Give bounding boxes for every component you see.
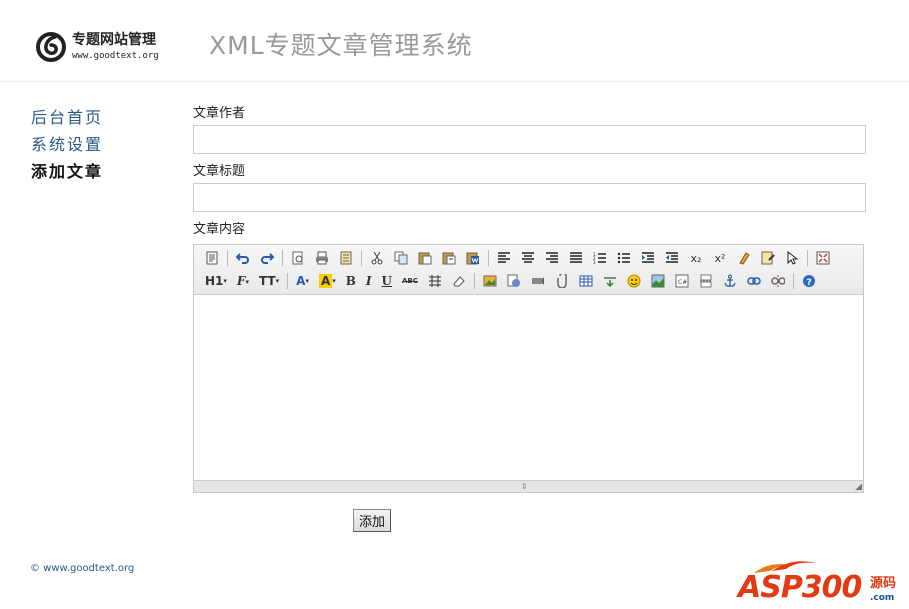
page-title: XML专题文章管理系统	[209, 31, 473, 60]
toolbar-separator	[473, 273, 475, 289]
link-icon[interactable]	[744, 271, 764, 291]
content-label: 文章内容	[193, 222, 246, 237]
superscript-icon[interactable]: x²	[710, 248, 730, 268]
brand-name: ASP300	[738, 570, 862, 605]
align-center-icon[interactable]	[518, 248, 538, 268]
brand-logo: ASP300 源码 .com	[738, 557, 903, 605]
sidebar-item-add-article[interactable]: 添加文章	[31, 158, 161, 185]
align-left-icon[interactable]	[494, 248, 514, 268]
paste-plain-icon[interactable]	[439, 248, 459, 268]
italic-icon[interactable]: I	[363, 271, 375, 291]
table-icon[interactable]	[576, 271, 596, 291]
font-color-icon[interactable]: A ▾	[293, 271, 312, 291]
editor-toolbar: 123 x₂ x² H1 ▾ F ▾ TT ▾ A ▾ A ▾ B I U AB…	[194, 245, 863, 295]
brand-com: .com	[870, 593, 895, 603]
preview-icon[interactable]	[288, 248, 308, 268]
toolbar-separator	[227, 250, 228, 266]
sidebar: 后台首页 系统设置 添加文章	[31, 104, 161, 185]
copy-icon[interactable]	[391, 248, 411, 268]
page-break-icon[interactable]	[696, 271, 716, 291]
font-size-icon[interactable]: TT ▾	[256, 271, 282, 291]
sidebar-item-settings[interactable]: 系统设置	[31, 131, 161, 158]
remove-format-icon[interactable]	[449, 271, 469, 291]
code-icon[interactable]: C#	[672, 271, 692, 291]
line-height-icon[interactable]	[425, 271, 445, 291]
fullscreen-icon[interactable]	[813, 248, 833, 268]
emoticon-icon[interactable]	[624, 271, 644, 291]
add-button[interactable]: 添加	[353, 509, 392, 532]
toolbar-separator	[361, 250, 362, 266]
highlight-color-icon[interactable]: A ▾	[316, 271, 339, 291]
toolbar-separator	[488, 250, 489, 266]
ordered-list-icon[interactable]: 123	[590, 248, 610, 268]
toolbar-separator	[287, 273, 289, 289]
map-icon[interactable]	[648, 271, 668, 291]
sidebar-item-home[interactable]: 后台首页	[31, 104, 161, 131]
align-justify-icon[interactable]	[566, 248, 586, 268]
undo-icon[interactable]	[233, 248, 253, 268]
align-right-icon[interactable]	[542, 248, 562, 268]
toolbar-separator	[807, 250, 808, 266]
logo-icon	[36, 32, 66, 62]
toolbar-separator	[282, 250, 283, 266]
unordered-list-icon[interactable]	[614, 248, 634, 268]
author-label: 文章作者	[193, 106, 246, 121]
unlink-icon[interactable]	[768, 271, 788, 291]
svg-text:3: 3	[593, 260, 596, 265]
corner-resize-icon[interactable]: ◢	[855, 482, 862, 492]
print-icon[interactable]	[312, 248, 332, 268]
title-label: 文章标题	[193, 164, 246, 179]
footer-copyright: © www.goodtext.org	[30, 563, 135, 574]
bold-icon[interactable]: B	[343, 271, 359, 291]
header: 专题网站管理 www.goodtext.org XML专题文章管理系统	[0, 0, 909, 82]
title-field[interactable]	[193, 183, 866, 212]
anchor-icon[interactable]	[720, 271, 740, 291]
strikethrough-icon[interactable]: ABC	[399, 271, 421, 291]
paste-word-icon[interactable]	[463, 248, 483, 268]
author-field[interactable]	[193, 125, 866, 154]
editor-resize-bar[interactable]: ⇕ ◢	[194, 480, 863, 492]
logo-url: www.goodtext.org	[72, 51, 159, 61]
outdent-icon[interactable]	[662, 248, 682, 268]
media-icon[interactable]	[552, 271, 572, 291]
article-form: 文章作者 文章标题 文章内容	[193, 105, 866, 239]
toolbar-row-2: H1 ▾ F ▾ TT ▾ A ▾ A ▾ B I U ABC C# ?	[202, 270, 823, 292]
heading-icon[interactable]: H1 ▾	[202, 271, 230, 291]
toolbar-separator	[792, 273, 794, 289]
help-icon[interactable]: ?	[799, 271, 819, 291]
clear-format-icon[interactable]	[734, 248, 754, 268]
logo-title: 专题网站管理	[72, 32, 156, 48]
resize-grip-icon[interactable]: ⇕	[521, 482, 528, 491]
rich-text-editor: 123 x₂ x² H1 ▾ F ▾ TT ▾ A ▾ A ▾ B I U AB…	[193, 244, 864, 493]
horizontal-rule-icon[interactable]	[600, 271, 620, 291]
template-icon[interactable]	[336, 248, 356, 268]
image-icon[interactable]	[480, 271, 500, 291]
source-icon[interactable]	[202, 248, 222, 268]
subscript-icon[interactable]: x₂	[686, 248, 706, 268]
toolbar-row-1: 123 x₂ x²	[202, 247, 837, 269]
font-family-icon[interactable]: F ▾	[234, 271, 252, 291]
pointer-icon[interactable]	[782, 248, 802, 268]
select-all-icon[interactable]	[758, 248, 778, 268]
flash-icon[interactable]	[528, 271, 548, 291]
paste-icon[interactable]	[415, 248, 435, 268]
multi-image-icon[interactable]	[504, 271, 524, 291]
svg-text:C#: C#	[678, 279, 687, 286]
brand-cn: 源码	[870, 576, 897, 591]
editor-content-area[interactable]	[194, 295, 863, 481]
redo-icon[interactable]	[257, 248, 277, 268]
underline-icon[interactable]: U	[379, 271, 395, 291]
svg-text:?: ?	[806, 278, 811, 288]
cut-icon[interactable]	[367, 248, 387, 268]
indent-icon[interactable]	[638, 248, 658, 268]
